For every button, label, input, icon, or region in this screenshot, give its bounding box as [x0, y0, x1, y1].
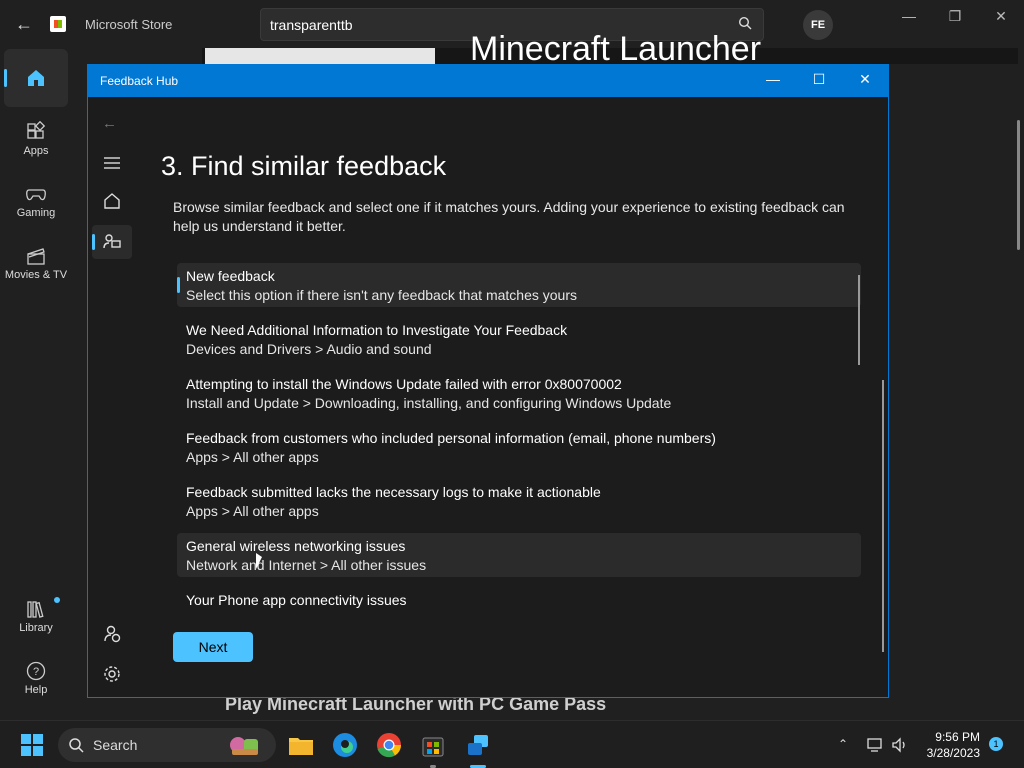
home-icon [28, 70, 44, 86]
search-icon [69, 738, 84, 753]
sidebar-item-gaming[interactable]: Gaming [4, 173, 68, 231]
sidebar-item-apps[interactable]: Apps [4, 111, 68, 169]
list-scrollbar[interactable] [858, 275, 860, 365]
svg-text:?: ? [33, 666, 39, 678]
clock-date[interactable]: 3/28/2023 [918, 746, 980, 760]
sidebar-item-label: Help [24, 684, 48, 696]
account-avatar[interactable]: FE [803, 10, 833, 40]
sidebar-item-label: Library [19, 622, 53, 634]
list-item[interactable]: New feedback Select this option if there… [177, 263, 861, 307]
list-item-title: Attempting to install the Windows Update… [186, 376, 622, 392]
list-item[interactable]: Feedback submitted lacks the necessary l… [177, 479, 861, 523]
list-item-subtitle: Network and Internet > All other issues [186, 557, 427, 573]
settings-gear-icon[interactable] [102, 664, 122, 684]
sidebar-item-label: Movies & TV [4, 269, 68, 281]
close-icon[interactable]: ✕ [842, 71, 888, 91]
taskbar-search-label: Search [93, 737, 138, 753]
sidebar-item-library[interactable]: Library [4, 588, 68, 646]
list-item-subtitle: Select this option if there isn't any fe… [186, 287, 577, 303]
edge-browser-icon[interactable] [329, 729, 361, 761]
minimize-icon[interactable]: — [750, 71, 796, 91]
hero-logo-image [205, 48, 435, 64]
apps-icon [27, 121, 46, 139]
minimize-icon[interactable]: — [886, 8, 932, 28]
sidebar-item-label: Gaming [16, 207, 56, 219]
page-title: 3. Find similar feedback [161, 151, 447, 181]
store-sidebar: Apps Gaming Movies & TV Library ? Help [0, 48, 72, 720]
taskbar: Search ⌃ 9:56 PM 3/28/2023 1 [0, 720, 1024, 768]
maximize-icon[interactable]: ☐ [796, 71, 842, 91]
gamepad-icon [26, 189, 46, 201]
clapper-icon [27, 248, 45, 265]
sidebar-item-label: Apps [23, 145, 49, 157]
chrome-browser-icon[interactable] [373, 729, 405, 761]
library-icon [27, 601, 44, 618]
microsoft-store-icon[interactable] [417, 729, 449, 761]
list-item-title: New feedback [186, 268, 275, 284]
list-item-subtitle: Apps > All other apps [186, 503, 319, 519]
list-item-title: We Need Additional Information to Invest… [186, 322, 568, 338]
list-item-subtitle: Devices and Drivers > Audio and sound [186, 341, 432, 357]
restore-icon[interactable]: ❐ [932, 8, 978, 28]
list-item[interactable]: We Need Additional Information to Invest… [177, 317, 861, 361]
hamburger-menu-icon[interactable] [102, 153, 122, 173]
list-item-title: General wireless networking issues [186, 538, 406, 554]
home-icon[interactable] [102, 191, 122, 211]
list-item-subtitle: Install and Update > Downloading, instal… [186, 395, 672, 411]
list-item[interactable]: Feedback from customers who included per… [177, 425, 861, 469]
list-item-title: Feedback from customers who included per… [186, 430, 716, 446]
next-button[interactable]: Next [173, 632, 253, 662]
store-search-input[interactable]: transparenttb [270, 17, 353, 33]
back-arrow-icon[interactable]: ← [102, 115, 117, 132]
help-icon: ? [26, 661, 46, 681]
update-dot [54, 597, 60, 603]
notification-badge[interactable]: 1 [989, 737, 1003, 751]
list-item[interactable]: Attempting to install the Windows Update… [177, 371, 861, 415]
list-item[interactable]: General wireless networking issues Netwo… [177, 533, 861, 577]
search-highlight-icon [230, 737, 258, 755]
network-icon[interactable] [866, 736, 884, 754]
list-item[interactable]: Your Phone app connectivity issues [177, 587, 861, 613]
similar-feedback-list: New feedback Select this option if there… [177, 263, 861, 613]
mouse-cursor-icon [256, 553, 262, 569]
sidebar-item-help[interactable]: ? Help [4, 650, 68, 708]
store-scrollbar[interactable] [1017, 120, 1020, 250]
store-logo-icon [50, 16, 66, 32]
window-scrollbar[interactable] [882, 380, 884, 652]
file-explorer-icon[interactable] [285, 729, 317, 761]
page-description: Browse similar feedback and select one i… [173, 199, 845, 234]
sidebar-item-movies[interactable]: Movies & TV [4, 235, 68, 293]
window-title: Feedback Hub [100, 74, 179, 88]
clock-time[interactable]: 9:56 PM [930, 730, 980, 744]
hero-title: Minecraft Launcher [470, 30, 762, 64]
windows-start-icon[interactable] [16, 729, 48, 761]
list-item-title: Feedback submitted lacks the necessary l… [186, 484, 601, 500]
close-icon[interactable]: ✕ [978, 8, 1024, 28]
account-add-icon[interactable] [102, 624, 122, 644]
feedback-icon [103, 234, 121, 249]
feedback-hub-window: Feedback Hub — ☐ ✕ ← 3. Find similar fee… [87, 64, 889, 698]
feedback-hub-icon[interactable] [462, 729, 494, 761]
chevron-up-icon[interactable]: ⌃ [838, 737, 848, 751]
store-app-title: Microsoft Store [85, 17, 173, 32]
feedback-hub-titlebar: Feedback Hub — ☐ ✕ [88, 65, 888, 97]
sidebar-item-home[interactable] [4, 49, 68, 107]
back-arrow-icon[interactable]: ← [12, 12, 36, 36]
list-item-title: Your Phone app connectivity issues [186, 592, 407, 608]
list-item-subtitle: Apps > All other apps [186, 449, 319, 465]
volume-icon[interactable] [891, 736, 909, 754]
